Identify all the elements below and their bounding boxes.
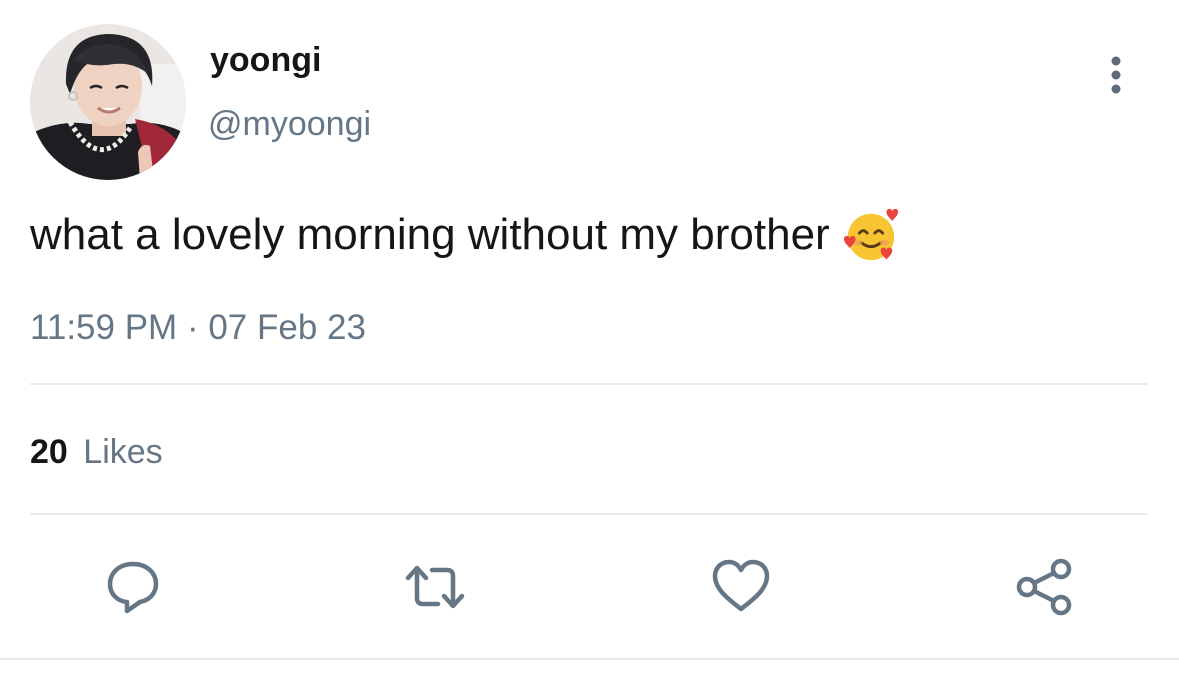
like-button[interactable] — [710, 556, 772, 618]
smiling-face-with-hearts-icon — [842, 206, 900, 264]
tweet-time: 11:59 PM — [30, 308, 178, 347]
retweet-icon — [405, 565, 465, 609]
reply-button[interactable] — [102, 556, 164, 618]
tweet-date: 07 Feb 23 — [208, 308, 366, 347]
timestamp-separator: · — [186, 308, 199, 347]
divider — [30, 513, 1148, 515]
tweet-text: what a lovely morning without my brother — [30, 210, 830, 259]
vertical-dots-icon — [1111, 56, 1121, 94]
share-button[interactable] — [1014, 556, 1076, 618]
avatar-photo — [30, 24, 186, 180]
likes-label: Likes — [83, 433, 163, 471]
author-display-name[interactable]: yoongi — [210, 40, 321, 80]
divider — [30, 383, 1148, 385]
likes-count: 20 — [30, 433, 68, 471]
more-options-button[interactable] — [1098, 54, 1134, 98]
retweet-button[interactable] — [404, 556, 466, 618]
likes-summary[interactable]: 20 Likes — [30, 432, 163, 472]
tweet-body: what a lovely morning without my brother — [30, 206, 900, 264]
share-icon — [1016, 558, 1072, 616]
heart-icon — [712, 559, 770, 612]
reply-icon — [107, 561, 159, 614]
tweet-timestamp: 11:59 PM · 07 Feb 23 — [30, 308, 366, 348]
avatar[interactable] — [30, 24, 186, 180]
bottom-divider — [0, 658, 1179, 660]
author-handle[interactable]: @myoongi — [208, 104, 371, 144]
